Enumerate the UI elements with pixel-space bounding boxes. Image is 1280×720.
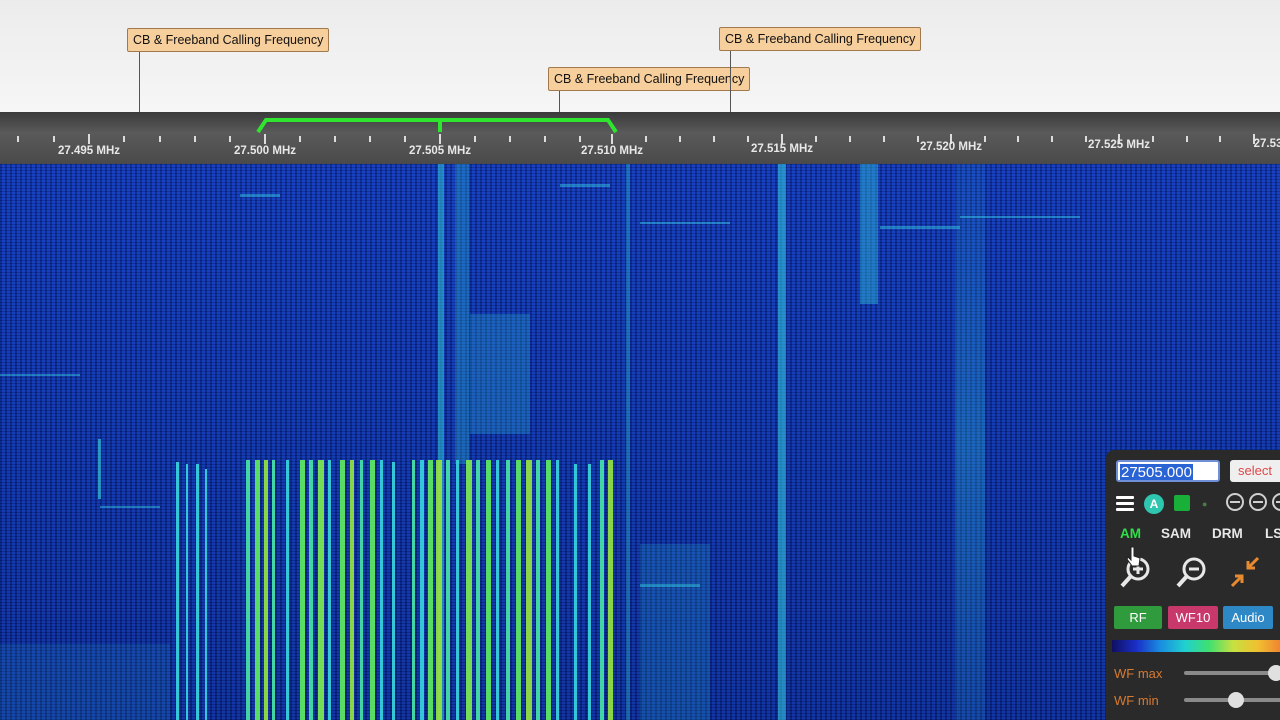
wf-min-slider[interactable]	[1184, 692, 1280, 708]
waterfall-signals	[0, 164, 1080, 720]
wf-min-label: WF min	[1114, 693, 1159, 708]
select-button[interactable]: select	[1230, 460, 1280, 482]
dx-label-strip: CB & Freeband Calling Frequency CB & Fre…	[0, 0, 1280, 112]
frequency-scale[interactable]: 27.495 MHz 27.500 MHz 27.505 MHz 27.510 …	[0, 112, 1280, 164]
frequency-value: 27505.000	[1120, 464, 1193, 481]
tick-label: 27.525 MHz	[1087, 139, 1151, 151]
mouse-cursor-icon	[1126, 546, 1141, 567]
wf-max-knob[interactable]	[1268, 665, 1280, 681]
waterfall-display[interactable]	[0, 164, 1280, 720]
dx-label[interactable]: CB & Freeband Calling Frequency	[719, 27, 922, 51]
control-panel: 27505.000 select A ● AM SAM DRM LS RF WF…	[1106, 450, 1280, 720]
tick-label: 27.510 MHz	[580, 145, 644, 157]
dx-label-stem	[559, 90, 560, 112]
indicator-dot-icon: ●	[1202, 499, 1208, 509]
colormap-bar	[1112, 640, 1280, 652]
minus-circle-icon[interactable]	[1226, 493, 1244, 511]
tick-label: 27.515 MHz	[750, 143, 814, 155]
tick-label: 27.53	[1253, 138, 1280, 150]
collapse-icon[interactable]	[1228, 554, 1264, 590]
mode-am[interactable]: AM	[1120, 526, 1141, 541]
tick-label: 27.520 MHz	[919, 141, 983, 153]
rf-button[interactable]: RF	[1114, 606, 1162, 629]
tick-label: 27.500 MHz	[233, 145, 297, 157]
mode-lsb[interactable]: LS	[1265, 526, 1280, 541]
passband-indicator	[256, 118, 618, 134]
dx-label[interactable]: CB & Freeband Calling Frequency	[127, 28, 330, 52]
dx-label-stem	[139, 51, 140, 112]
minus-circle-icon[interactable]	[1272, 493, 1280, 511]
audio-button[interactable]: Audio	[1223, 606, 1273, 629]
wf-max-label: WF max	[1114, 666, 1163, 681]
mode-drm[interactable]: DRM	[1212, 526, 1243, 541]
frequency-input[interactable]: 27505.000	[1116, 460, 1220, 482]
menu-icon[interactable]	[1116, 496, 1134, 512]
mode-sam[interactable]: SAM	[1161, 526, 1191, 541]
picture-icon[interactable]	[1174, 495, 1190, 511]
wf-max-slider[interactable]	[1184, 665, 1280, 681]
tick-label: 27.505 MHz	[408, 145, 472, 157]
a-icon[interactable]: A	[1144, 494, 1164, 514]
wf-min-knob[interactable]	[1228, 692, 1244, 708]
tick-label: 27.495 MHz	[57, 145, 121, 157]
zoom-out-icon[interactable]	[1174, 554, 1210, 590]
dx-label-stem	[730, 50, 731, 112]
dx-label[interactable]: CB & Freeband Calling Frequency	[548, 67, 751, 91]
minus-circle-icon[interactable]	[1249, 493, 1267, 511]
wf10-button[interactable]: WF10	[1168, 606, 1218, 629]
